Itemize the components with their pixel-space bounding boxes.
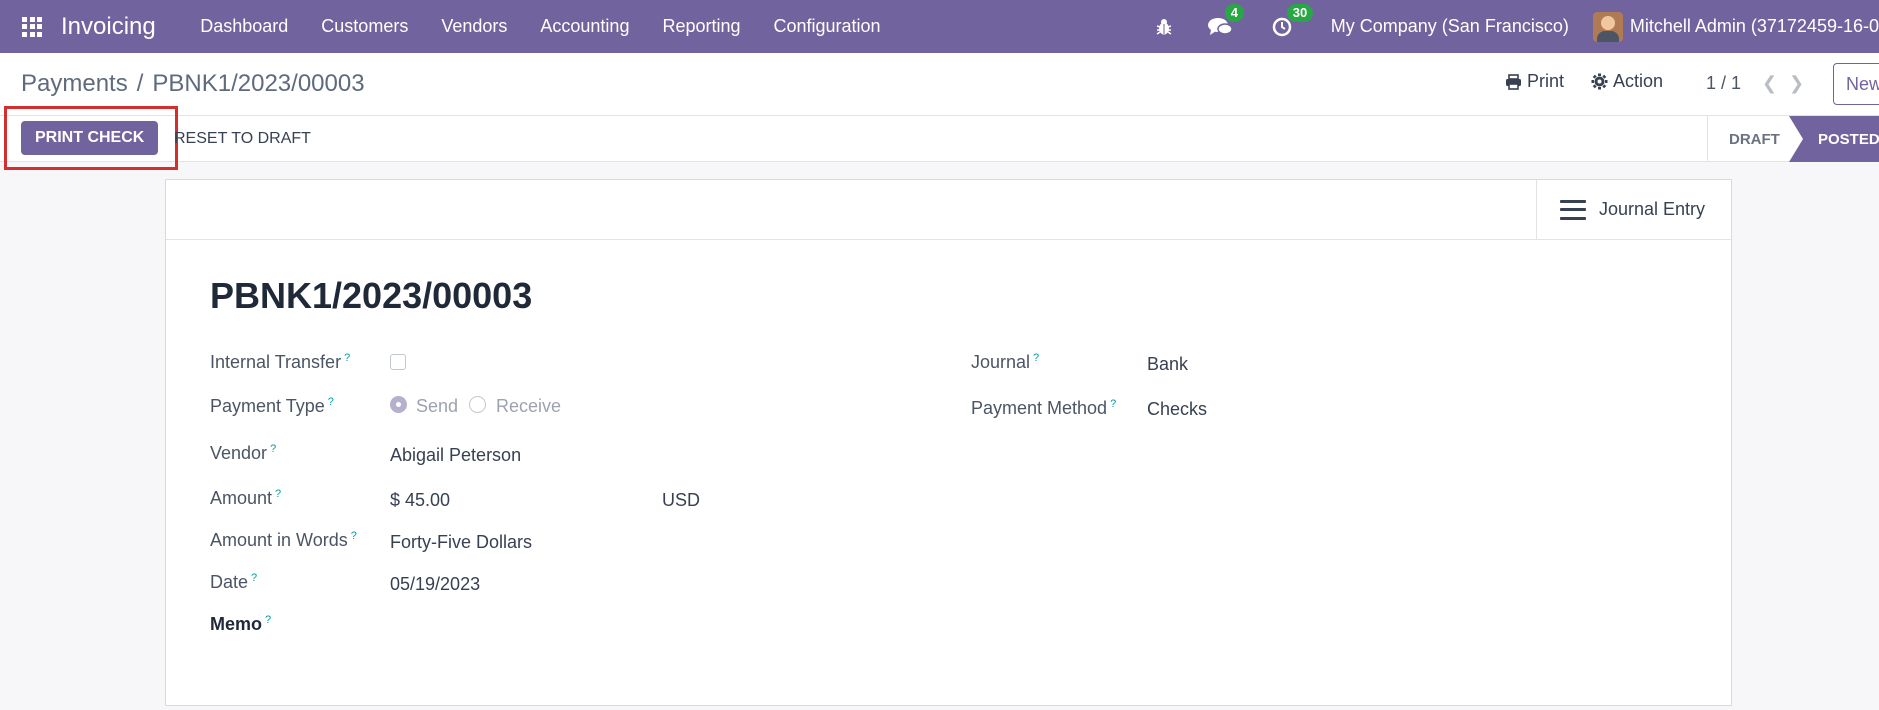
user-menu[interactable]: Mitchell Admin (37172459-16-0 <box>1630 16 1879 37</box>
bug-icon[interactable] <box>1151 14 1177 40</box>
amount-label: Amount? <box>210 488 282 508</box>
internal-transfer-checkbox[interactable] <box>390 354 406 370</box>
record-title: PBNK1/2023/00003 <box>210 275 533 316</box>
reset-to-draft-button[interactable]: RESET TO DRAFT <box>174 130 311 148</box>
pager-next-icon[interactable]: ❯ <box>1789 73 1804 94</box>
send-radio-label: Send <box>416 396 459 416</box>
journal-value[interactable]: Bank <box>1147 354 1188 375</box>
print-label: Print <box>1527 71 1565 91</box>
date-value[interactable]: 05/19/2023 <box>390 574 480 595</box>
breadcrumb: Payments / PBNK1/2023/00003 <box>21 70 365 98</box>
pager-previous-icon[interactable]: ❮ <box>1762 73 1777 94</box>
new-button[interactable]: New <box>1833 63 1879 105</box>
pager-value[interactable]: 1 / 1 <box>1706 73 1741 94</box>
apps-grid-icon[interactable] <box>22 16 42 37</box>
journal-label: Journal? <box>971 352 1040 372</box>
stage-draft[interactable]: DRAFT <box>1707 116 1789 162</box>
breadcrumb-separator: / <box>136 70 144 97</box>
stage-posted[interactable]: POSTED <box>1789 116 1879 162</box>
vendor-label: Vendor? <box>210 443 277 463</box>
form-sheet: Journal Entry PBNK1/2023/00003 Internal … <box>165 179 1732 706</box>
breadcrumb-current: PBNK1/2023/00003 <box>152 70 365 97</box>
main-menu: Dashboard Customers Vendors Accounting R… <box>184 16 897 37</box>
gear-icon <box>1591 73 1608 90</box>
internal-transfer-label: Internal Transfer? <box>210 352 351 372</box>
control-panel: Payments / PBNK1/2023/00003 Print Action… <box>0 53 1879 116</box>
action-button[interactable]: Action <box>1591 71 1663 92</box>
send-radio[interactable] <box>390 396 407 413</box>
date-label: Date? <box>210 572 258 592</box>
top-navbar: Invoicing Dashboard Customers Vendors Ac… <box>0 0 1879 53</box>
payment-type-label: Payment Type? <box>210 396 334 416</box>
bars-icon <box>1560 199 1586 220</box>
chat-badge: 4 <box>1224 3 1244 22</box>
printer-icon <box>1506 73 1521 90</box>
action-label: Action <box>1613 71 1664 91</box>
currency-value[interactable]: USD <box>662 490 700 511</box>
chat-icon[interactable]: 4 <box>1207 3 1244 40</box>
status-bar: PRINT CHECK RESET TO DRAFT DRAFT POSTED <box>0 106 1879 170</box>
button-box: Journal Entry <box>166 180 1731 240</box>
breadcrumb-payments[interactable]: Payments <box>21 70 128 98</box>
menu-accounting[interactable]: Accounting <box>524 16 646 37</box>
receive-radio[interactable] <box>469 396 486 413</box>
payment-method-label: Payment Method? <box>971 398 1117 418</box>
menu-vendors[interactable]: Vendors <box>425 16 524 37</box>
print-button[interactable]: Print <box>1505 71 1564 92</box>
menu-reporting[interactable]: Reporting <box>646 16 757 37</box>
receive-radio-label: Receive <box>496 396 562 416</box>
navbar-systray: 4 30 My Company (San Francisco) Mitchell… <box>1151 0 1879 53</box>
journal-entry-label: Journal Entry <box>1599 199 1706 219</box>
amount-in-words-value[interactable]: Forty-Five Dollars <box>390 532 532 553</box>
menu-configuration[interactable]: Configuration <box>757 16 897 37</box>
print-check-button[interactable]: PRINT CHECK <box>21 121 159 155</box>
activity-clock-icon[interactable]: 30 <box>1269 3 1314 40</box>
amount-value[interactable]: $ 45.00 <box>390 490 450 511</box>
vendor-value[interactable]: Abigail Peterson <box>390 445 521 466</box>
amount-in-words-label: Amount in Words? <box>210 530 357 550</box>
app-name[interactable]: Invoicing <box>61 13 156 41</box>
menu-customers[interactable]: Customers <box>305 16 425 37</box>
user-avatar[interactable] <box>1592 11 1623 42</box>
journal-entry-button[interactable]: Journal Entry <box>1536 180 1731 239</box>
menu-dashboard[interactable]: Dashboard <box>184 16 305 37</box>
company-switcher[interactable]: My Company (San Francisco) <box>1331 16 1569 37</box>
memo-label: Memo? <box>210 614 272 634</box>
activity-badge: 30 <box>1286 3 1314 22</box>
payment-method-value[interactable]: Checks <box>1147 399 1207 420</box>
